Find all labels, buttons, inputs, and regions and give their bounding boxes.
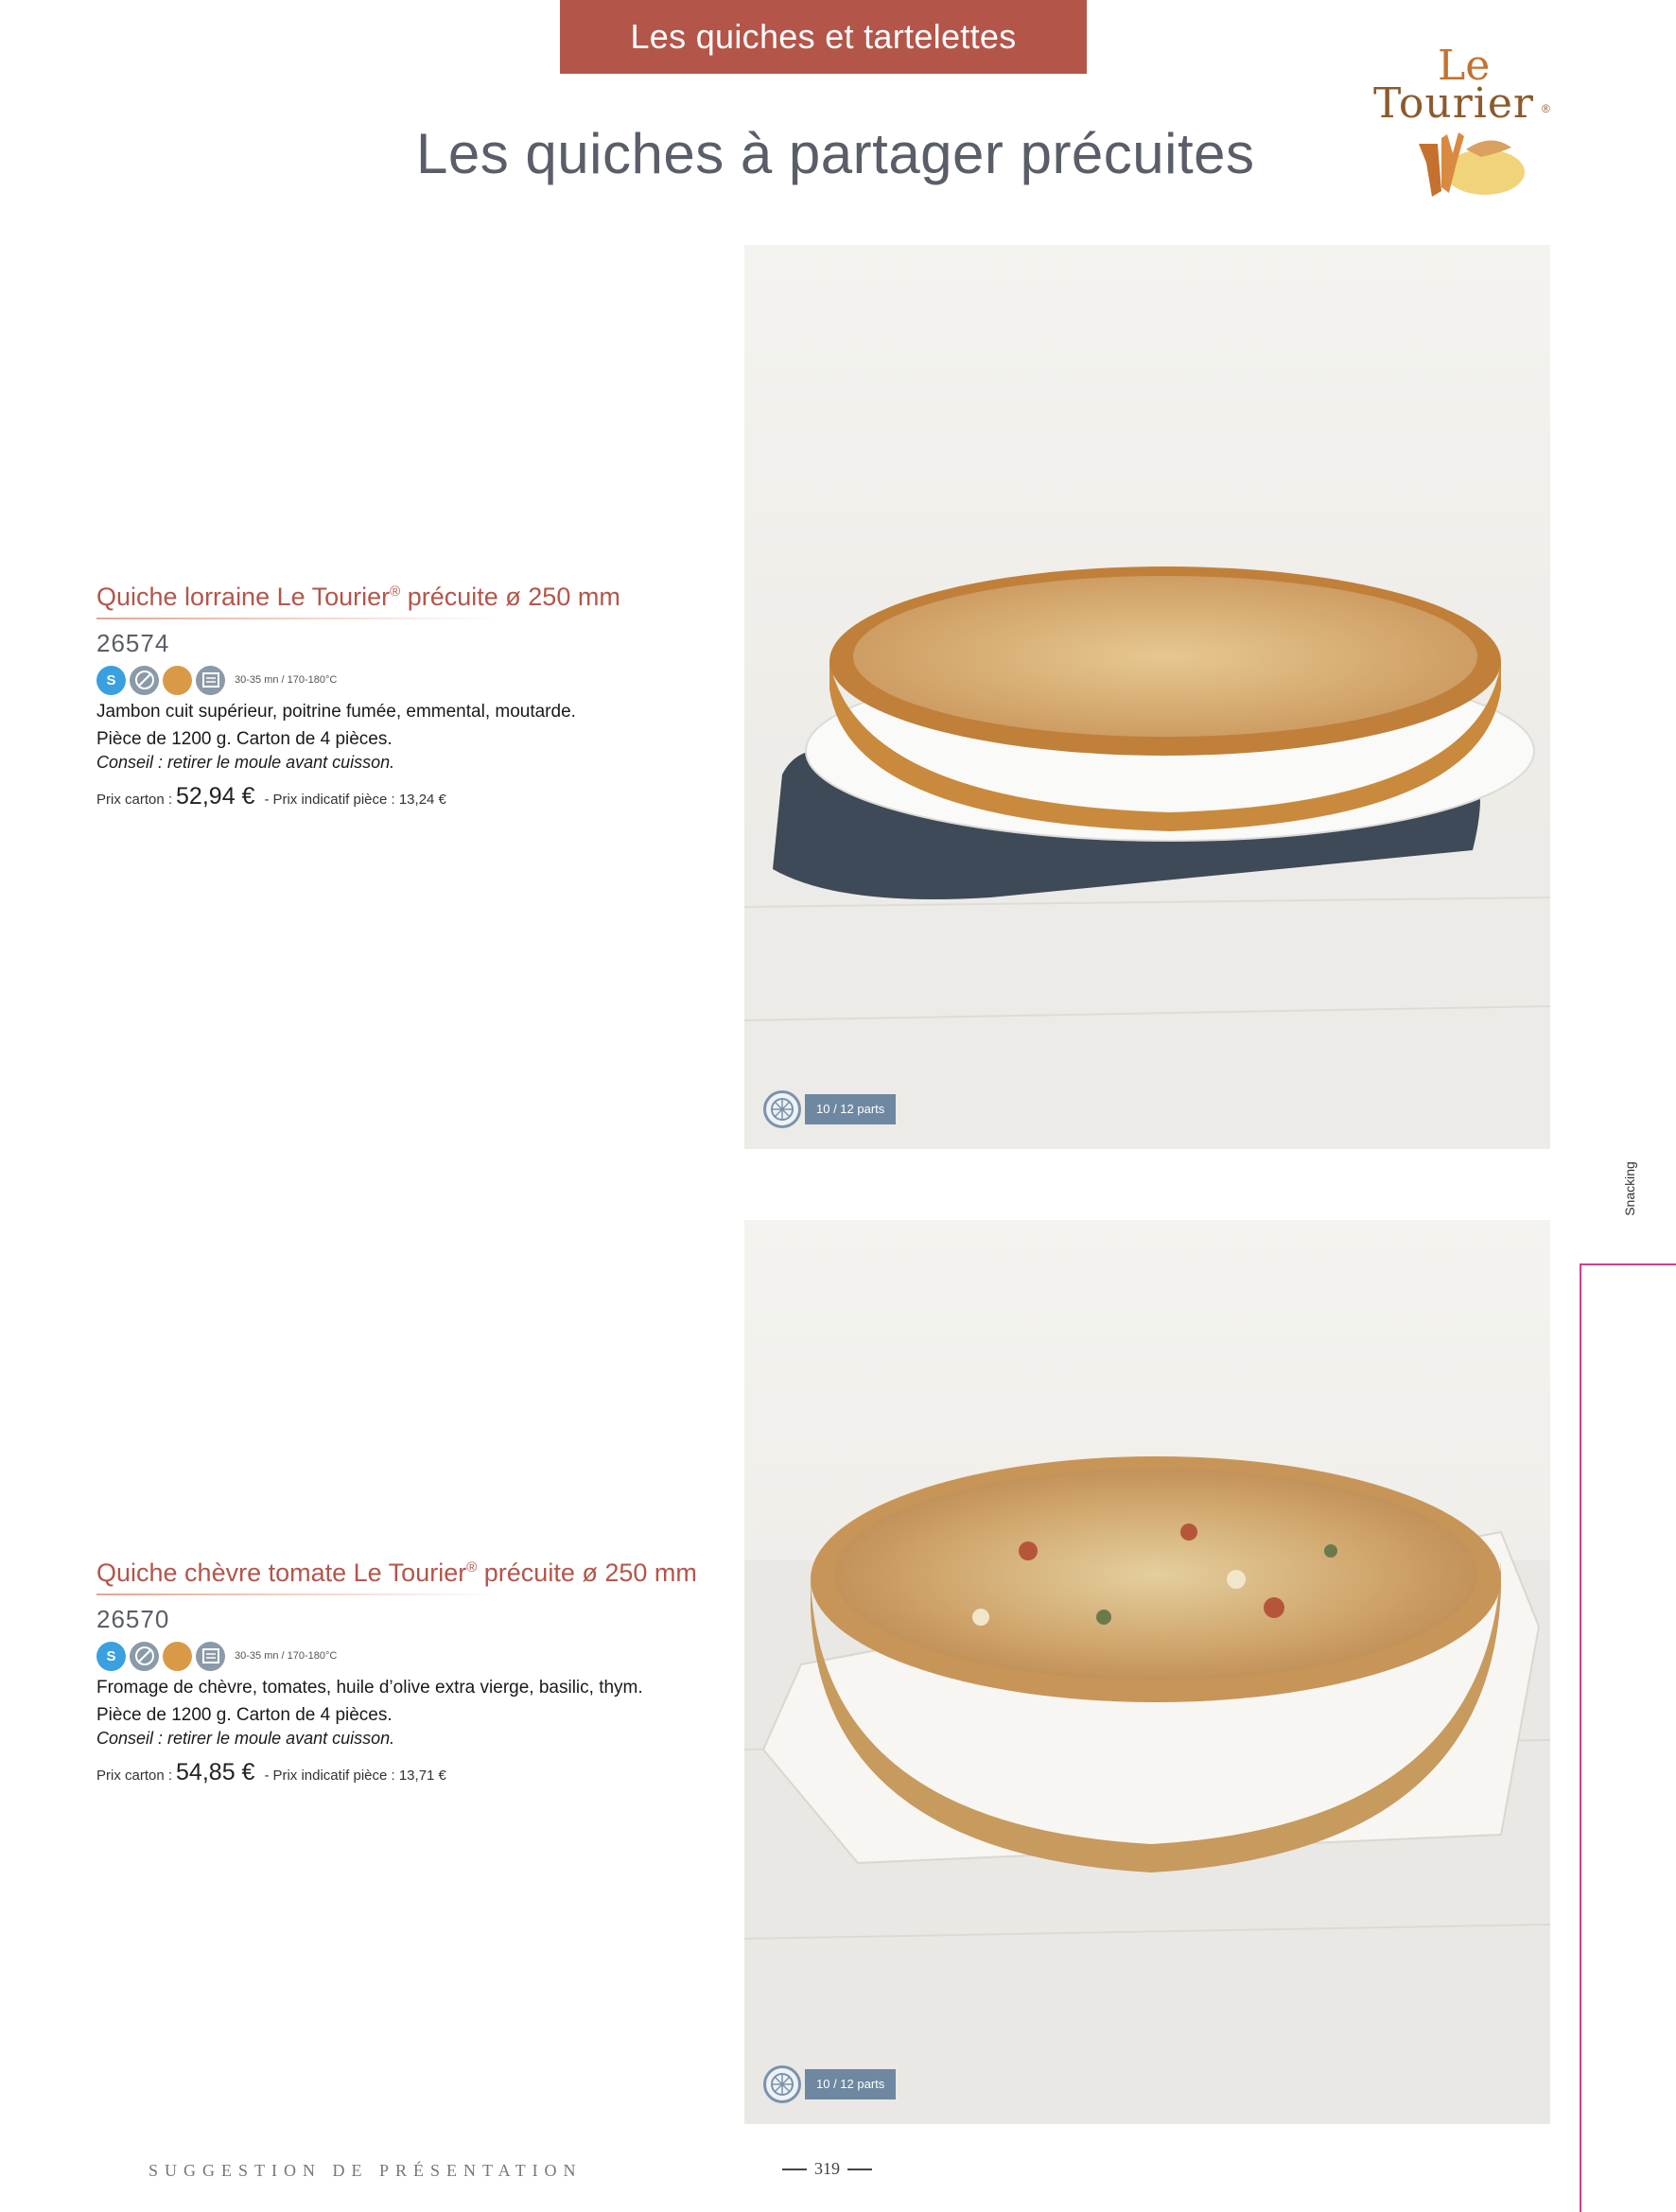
parts-label: 10 / 12 parts bbox=[805, 2069, 897, 2099]
product-code: 26574 bbox=[96, 629, 170, 657]
photo-quiche-lorraine: 10 / 12 parts bbox=[744, 245, 1550, 1149]
logo-registered-mark: ® bbox=[1542, 102, 1550, 115]
product-packaging: Pièce de 1200 g. Carton de 4 pièces. bbox=[96, 1705, 393, 1725]
title-underline bbox=[96, 1594, 503, 1595]
parts-badge: 10 / 12 parts bbox=[763, 2065, 910, 2103]
product-quiche-lorraine: Quiche lorraine Le Tourier® précuite ø 2… bbox=[96, 583, 740, 810]
quiche-lorraine-image bbox=[744, 245, 1550, 1149]
product-tip: Conseil : retirer le moule avant cuisson… bbox=[96, 1729, 395, 1748]
oven-icon bbox=[196, 1641, 225, 1671]
cooking-info: 30-35 mn / 170-180°C bbox=[235, 674, 338, 686]
parts-badge: 10 / 12 parts bbox=[763, 1090, 910, 1128]
s-icon: S bbox=[96, 665, 126, 695]
le-tourier-logo: Le Tourier ® bbox=[1362, 42, 1561, 202]
product-icons: S 30-35 mn / 170-180°C bbox=[96, 664, 740, 696]
price-separator: - bbox=[264, 1768, 270, 1784]
price-line: Prix carton : 52,94 € - Prix indicatif p… bbox=[96, 783, 740, 810]
product-icons: S 30-35 mn / 170-180°C bbox=[96, 1640, 740, 1672]
page-dash-left bbox=[782, 2168, 807, 2170]
unit-price: Prix indicatif pièce : 13,24 € bbox=[272, 792, 446, 808]
cooking-info: 30-35 mn / 170-180°C bbox=[235, 1650, 338, 1662]
product-title: Quiche lorraine Le Tourier® précuite ø 2… bbox=[96, 583, 620, 611]
carton-price: 54,85 € bbox=[176, 1759, 255, 1785]
price-line: Prix carton : 54,85 € - Prix indicatif p… bbox=[96, 1759, 740, 1786]
price-label: Prix carton : bbox=[96, 792, 173, 808]
price-separator: - bbox=[264, 792, 270, 808]
unit-price: Prix indicatif pièce : 13,71 € bbox=[272, 1768, 446, 1784]
product-description: Jambon cuit supérieur, poitrine fumée, e… bbox=[96, 702, 576, 722]
product-packaging: Pièce de 1200 g. Carton de 4 pièces. bbox=[96, 729, 393, 749]
photo-quiche-chevre-tomate: 10 / 12 parts bbox=[744, 1220, 1550, 2124]
oven-icon bbox=[196, 665, 225, 695]
orange-circle-icon bbox=[163, 1641, 192, 1671]
product-code: 26570 bbox=[96, 1605, 170, 1633]
product-tip: Conseil : retirer le moule avant cuisson… bbox=[96, 753, 395, 772]
logo-hands-pie-icon bbox=[1419, 132, 1525, 197]
product-description: Fromage de chèvre, tomates, huile d’oliv… bbox=[96, 1678, 643, 1698]
carton-price: 52,94 € bbox=[176, 783, 255, 810]
side-divider-horizontal bbox=[1580, 1263, 1676, 1265]
orange-circle-icon bbox=[163, 665, 192, 695]
product-title: Quiche chèvre tomate Le Tourier® précuit… bbox=[96, 1559, 697, 1587]
footer-suggestion: SUGGESTION DE PRÉSENTATION bbox=[148, 2161, 583, 2180]
side-tab-snacking[interactable]: Snacking bbox=[1615, 1156, 1644, 1222]
parts-label: 10 / 12 parts bbox=[805, 1094, 897, 1124]
price-label: Prix carton : bbox=[96, 1768, 173, 1784]
product-quiche-chevre-tomate: Quiche chèvre tomate Le Tourier® précuit… bbox=[96, 1559, 740, 1786]
quiche-chevre-tomate-image bbox=[744, 1220, 1550, 2124]
s-icon: S bbox=[96, 1641, 126, 1671]
page-dash-right bbox=[847, 2168, 872, 2170]
slice-wheel-icon bbox=[763, 2065, 801, 2103]
title-underline bbox=[96, 618, 503, 619]
logo-tourier-text: Tourier bbox=[1373, 79, 1534, 128]
side-divider-vertical bbox=[1580, 1263, 1581, 2212]
page-number: 319 bbox=[782, 2159, 872, 2179]
page-number-text: 319 bbox=[814, 2159, 840, 2178]
no-fork-icon bbox=[130, 665, 159, 695]
slice-wheel-icon bbox=[763, 1090, 801, 1128]
no-fork-icon bbox=[130, 1641, 159, 1671]
section-banner: Les quiches et tartelettes bbox=[560, 0, 1087, 74]
page-title: Les quiches à partager précuites bbox=[416, 122, 1255, 185]
